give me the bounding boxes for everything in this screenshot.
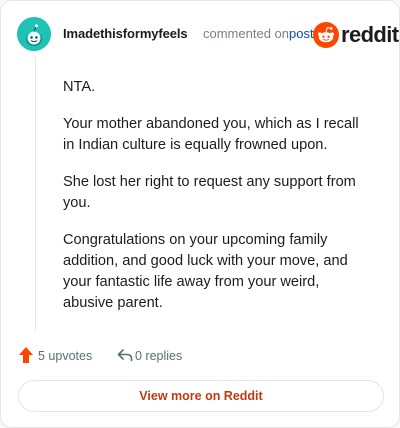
upvotes-count[interactable]: 5 upvotes	[38, 349, 92, 363]
comment-paragraph: Your mother abandoned you, which as I re…	[63, 116, 359, 153]
comment-paragraph: NTA.	[63, 79, 96, 95]
commented-on-text: commented on	[203, 26, 289, 41]
upvote-arrow-icon[interactable]	[18, 346, 34, 364]
thread-line	[35, 57, 36, 331]
reddit-logo[interactable]: reddit	[313, 22, 399, 48]
post-link[interactable]: post	[289, 26, 314, 41]
comment-paragraph: She lost her right to request any suppor…	[63, 174, 356, 211]
comment-body: NTA. Your mother abandoned you, which as…	[63, 77, 369, 330]
replies-count[interactable]: 0 replies	[135, 349, 182, 363]
comment-paragraph: Congratulations on your upcoming family …	[63, 232, 348, 311]
reddit-logo-icon	[313, 22, 339, 48]
reddit-wordmark: reddit	[341, 22, 399, 47]
embed-card: Imadethisformyfeels commented on post re…	[0, 0, 400, 428]
username-link[interactable]: Imadethisformyfeels	[63, 26, 188, 41]
comment-header: Imadethisformyfeels commented on post re…	[17, 15, 399, 51]
comment-actions: 5 upvotes 0 replies	[18, 345, 378, 365]
snoo-avatar-icon[interactable]	[17, 17, 51, 51]
reply-arrow-icon[interactable]	[117, 348, 133, 362]
view-more-on-reddit-button[interactable]: View more on Reddit	[18, 380, 384, 412]
